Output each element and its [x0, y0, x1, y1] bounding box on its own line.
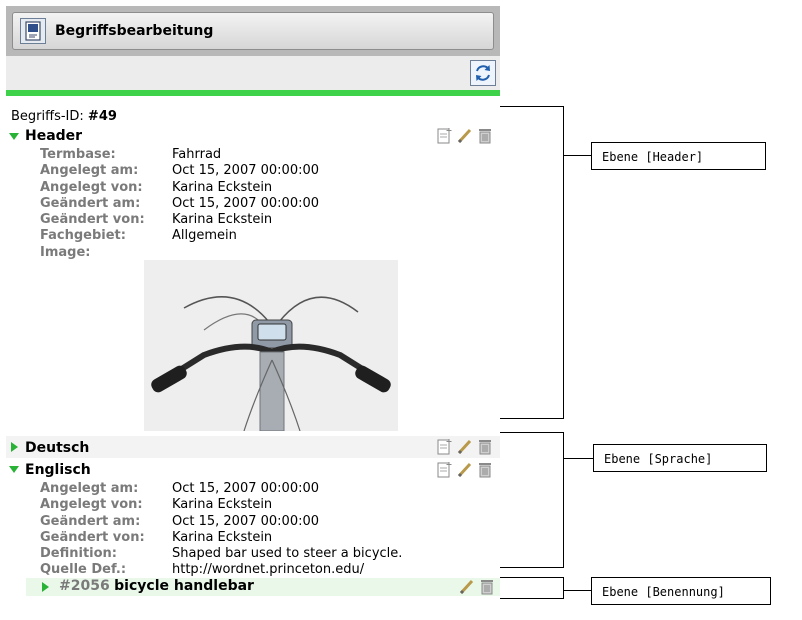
- edit-pencil-icon[interactable]: [456, 127, 474, 145]
- annotation-header: Ebene [Header]: [591, 142, 766, 170]
- concept-id-label: Begriffs-ID:: [11, 109, 84, 124]
- collapse-triangle-icon[interactable]: [9, 133, 19, 140]
- term-name: bicycle handlebar: [114, 578, 254, 594]
- bicycle-handlebar-image: [144, 260, 398, 431]
- edit-pencil-icon[interactable]: [458, 578, 476, 596]
- annotation-term: Ebene [Benennung]: [591, 577, 771, 605]
- trash-icon[interactable]: [476, 127, 494, 145]
- field-row: Geändert am: Oct 15, 2007 00:00:00: [40, 513, 320, 529]
- header-fields: Termbase: Fahrrad Angelegt am: Oct 15, 200…: [40, 147, 319, 261]
- field-row: Geändert am: Oct 15, 2007 00:00:00: [40, 195, 320, 211]
- language-fields: Angelegt am: Oct 15, 2007 00:00:00 Angele…: [40, 481, 402, 579]
- term-label: #2056 bicycle handlebar: [59, 578, 254, 594]
- language-section-englisch: Englisch Angelegt am: Oct 15, 2007 00:00:…: [6, 459, 500, 577]
- term-bracket: [500, 577, 564, 599]
- field-row: Geändert von: Karina Eckstein: [40, 529, 273, 545]
- language-row-deutsch[interactable]: Deutsch: [6, 436, 500, 458]
- term-id: #2056: [59, 578, 110, 594]
- field-row: Angelegt am: Oct 15, 2007 00:00:00: [40, 481, 320, 496]
- language-connector: [563, 458, 593, 459]
- language-bracket: [500, 432, 564, 568]
- trash-icon[interactable]: [476, 461, 494, 479]
- term-row[interactable]: #2056 bicycle handlebar: [26, 578, 500, 596]
- trash-icon[interactable]: [478, 578, 496, 596]
- field-row: Angelegt am: Oct 15, 2007 00:00:00: [40, 163, 320, 179]
- field-row: Termbase: Fahrrad: [40, 147, 222, 162]
- edit-pencil-icon[interactable]: [456, 438, 474, 456]
- edit-pencil-icon[interactable]: [456, 461, 474, 479]
- source-link[interactable]: http://wordnet.princeton.edu/: [172, 562, 364, 578]
- header-bracket: [500, 106, 564, 419]
- concept-content: Begriffs-ID: #49 Header Termbase: Fahrrad: [6, 96, 500, 596]
- field-row: Image:: [40, 244, 91, 260]
- title-bar-inner: Begriffsbearbeitung: [12, 12, 494, 50]
- add-note-icon[interactable]: [436, 461, 454, 479]
- concept-id: Begriffs-ID: #49: [11, 109, 117, 124]
- concept-id-value: #49: [87, 109, 117, 124]
- field-row: Quelle Def.: http://wordnet.princeton.edu…: [40, 562, 365, 578]
- term-connector: [563, 590, 591, 591]
- window-title: Begriffsbearbeitung: [55, 23, 214, 39]
- header-actions: [434, 127, 496, 145]
- collapse-triangle-icon[interactable]: [9, 466, 19, 473]
- header-title: Header: [25, 128, 83, 144]
- expand-triangle-icon[interactable]: [11, 442, 18, 452]
- field-row: Geändert von: Karina Eckstein: [40, 212, 273, 228]
- title-bar: Begriffsbearbeitung: [6, 6, 500, 56]
- add-note-icon[interactable]: [436, 127, 454, 145]
- field-row: Angelegt von: Karina Eckstein: [40, 179, 273, 195]
- field-row: Fachgebiet: Allgemein: [40, 228, 237, 244]
- field-row: Angelegt von: Karina Eckstein: [40, 497, 273, 513]
- term-editor-panel: Begriffsbearbeitung Begriffs-ID: #49 Hea…: [6, 6, 500, 596]
- language-name: Englisch: [25, 462, 91, 478]
- trash-icon[interactable]: [476, 438, 494, 456]
- language-actions: [434, 438, 496, 456]
- language-actions: [434, 461, 496, 479]
- language-name: Deutsch: [25, 440, 90, 456]
- header-connector: [563, 155, 591, 156]
- refresh-button[interactable]: [470, 60, 496, 86]
- field-row: Definition: Shaped bar used to steer a bi…: [40, 546, 403, 562]
- expand-triangle-icon[interactable]: [42, 582, 49, 592]
- annotation-language: Ebene [Sprache]: [593, 444, 767, 472]
- toolbar: [6, 56, 500, 90]
- add-note-icon[interactable]: [436, 438, 454, 456]
- refresh-icon: [476, 65, 490, 81]
- app-book-icon: [20, 18, 46, 44]
